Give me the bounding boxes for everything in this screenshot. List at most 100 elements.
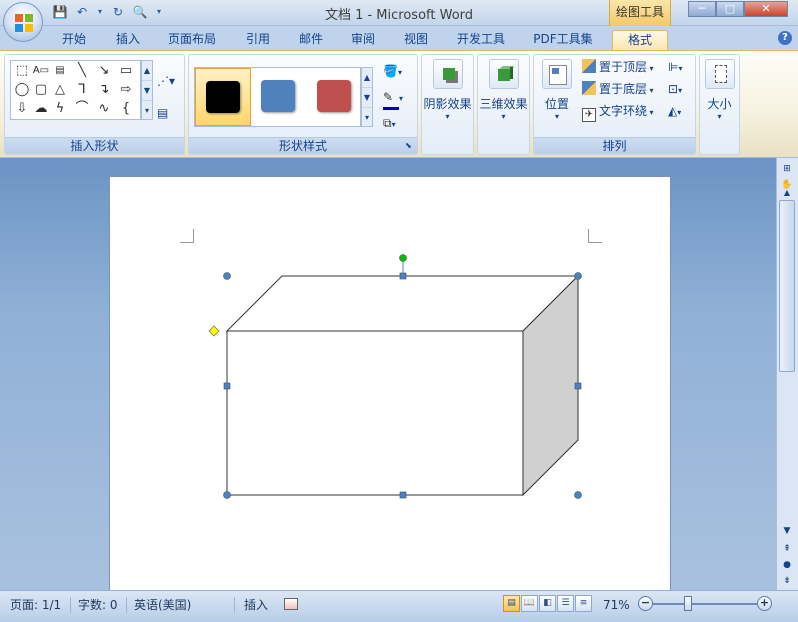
zoom-in-icon[interactable]: +	[757, 596, 772, 611]
elbow-connector-icon[interactable]: ⅂	[73, 81, 91, 99]
vertical-textbox-icon[interactable]: ▤	[51, 62, 69, 80]
side-handle[interactable]	[399, 272, 407, 280]
tab-references[interactable]: 引用	[236, 30, 280, 50]
bring-to-front-button[interactable]: 置于顶层 ▾	[582, 57, 654, 77]
help-icon[interactable]: ?	[778, 31, 792, 45]
document-page[interactable]	[109, 176, 671, 596]
tab-page-layout[interactable]: 页面布局	[160, 30, 224, 50]
dialog-launcher-icon[interactable]: ⬊	[405, 141, 415, 151]
cube-shape-icon[interactable]: ⬚	[13, 62, 31, 80]
minimize-button[interactable]: ─	[688, 1, 716, 17]
select-browse-object-icon[interactable]: ●	[779, 558, 795, 572]
textbox-insert-icon[interactable]: ▤	[157, 103, 168, 123]
tab-home[interactable]: 开始	[52, 30, 96, 50]
side-handle[interactable]	[223, 382, 231, 390]
side-handle[interactable]	[399, 491, 407, 499]
vertical-scrollbar[interactable]: ⊞ ✋ ▲ ▼ ⇞ ● ⇟	[776, 158, 798, 590]
fill-color-icon[interactable]: 🪣▾	[383, 61, 402, 81]
position-button[interactable]: 位置 ▾	[538, 59, 576, 121]
corner-handle[interactable]	[223, 272, 231, 280]
size-button[interactable]: 大小 ▾	[700, 59, 739, 121]
rotate-icon[interactable]: ◭▾	[668, 101, 681, 121]
rectangle-shape-icon[interactable]: ▭	[117, 62, 135, 80]
print-layout-view-icon[interactable]: ▤	[503, 595, 520, 612]
page-count[interactable]: 页面: 1/1	[10, 596, 61, 614]
zoom-slider[interactable]	[653, 603, 757, 605]
tab-format[interactable]: 格式	[612, 30, 668, 50]
oval-shape-icon[interactable]: ◯	[13, 81, 31, 99]
gallery-more-icon[interactable]: ▾	[142, 101, 152, 121]
style-swatch-red[interactable]	[307, 68, 363, 126]
zoom-level[interactable]: 71%	[603, 596, 630, 614]
chevron-down-icon[interactable]: ▼	[362, 88, 372, 108]
rounded-rect-icon[interactable]: ▢	[32, 81, 50, 99]
adjust-handle[interactable]	[208, 325, 220, 337]
send-to-back-button[interactable]: 置于底层 ▾	[582, 79, 654, 99]
scroll-up-icon[interactable]: ▲	[779, 186, 795, 200]
corner-handle[interactable]	[574, 491, 582, 499]
elbow-arrow-icon[interactable]: ↴	[95, 81, 113, 99]
tab-view[interactable]: 视图	[394, 30, 438, 50]
corner-handle[interactable]	[223, 491, 231, 499]
line-color-icon[interactable]: ✎ ▾	[383, 87, 403, 110]
side-handle[interactable]	[574, 382, 582, 390]
outline-view-icon[interactable]: ☰	[557, 595, 574, 612]
tab-mailings[interactable]: 邮件	[289, 30, 333, 50]
word-count[interactable]: 字数: 0	[78, 596, 118, 614]
align-icon[interactable]: ⊫▾	[668, 57, 682, 77]
maximize-button[interactable]: □	[716, 1, 744, 17]
cloud-shape-icon[interactable]: ☁	[32, 100, 50, 118]
gallery-more-icon[interactable]: ▾	[362, 108, 372, 128]
shadow-effects-button[interactable]: 阴影效果 ▾	[422, 59, 473, 121]
full-screen-reading-icon[interactable]: 📖	[521, 595, 538, 612]
group-objects-icon[interactable]: ⊡▾	[668, 79, 682, 99]
3d-effects-button[interactable]: 三维效果 ▾	[478, 59, 529, 121]
style-swatch-black[interactable]	[195, 68, 251, 126]
window-controls: ─ □ ✕	[688, 1, 788, 17]
insert-mode[interactable]: 插入	[244, 596, 268, 614]
close-button[interactable]: ✕	[744, 1, 788, 17]
office-button[interactable]	[3, 2, 43, 42]
ruler-toggle-icon[interactable]: ⊞	[779, 162, 795, 176]
lightning-shape-icon[interactable]: ϟ	[51, 100, 69, 118]
style-gallery-scroll[interactable]: ▲ ▼ ▾	[361, 67, 373, 127]
arrow-line-icon[interactable]: ↘	[95, 62, 113, 80]
zoom-out-icon[interactable]: −	[638, 596, 653, 611]
zoom-slider-handle[interactable]	[684, 596, 693, 611]
web-layout-icon[interactable]: ◧	[539, 595, 556, 612]
right-arrow-icon[interactable]: ⇨	[117, 81, 135, 99]
draft-view-icon[interactable]: ≡	[575, 595, 592, 612]
text-wrap-button[interactable]: ✈ 文字环绕 ▾	[582, 101, 654, 122]
swatch-fill	[317, 80, 351, 112]
edit-shape-icon[interactable]: ⋰▾	[157, 71, 175, 91]
tab-developer[interactable]: 开发工具	[448, 30, 514, 50]
curve-shape-icon[interactable]: ∿	[95, 100, 113, 118]
group-shadow-effects: 阴影效果 ▾	[421, 54, 474, 155]
corner-handle[interactable]	[574, 272, 582, 280]
chevron-up-icon[interactable]: ▲	[362, 68, 372, 88]
rotate-handle[interactable]	[399, 254, 407, 262]
shape-effect-icon[interactable]: ⧉▾	[383, 113, 396, 133]
tab-review[interactable]: 审阅	[341, 30, 385, 50]
scroll-down-icon[interactable]: ▼	[779, 524, 795, 538]
next-page-icon[interactable]: ⇟	[779, 574, 795, 588]
chevron-up-icon[interactable]: ▲	[142, 61, 152, 81]
triangle-shape-icon[interactable]: △	[51, 81, 69, 99]
previous-page-icon[interactable]: ⇞	[779, 542, 795, 556]
scroll-thumb[interactable]	[779, 200, 795, 372]
tab-insert[interactable]: 插入	[106, 30, 150, 50]
cube-shape[interactable]	[110, 177, 672, 597]
textbox-shape-icon[interactable]: A▭	[32, 62, 50, 80]
tab-pdf-tools[interactable]: PDF工具集	[526, 30, 600, 50]
style-swatch-blue[interactable]	[251, 68, 307, 126]
shape-gallery-scroll[interactable]: ▲ ▼ ▾	[141, 60, 153, 120]
language[interactable]: 英语(美国)	[134, 596, 191, 614]
line-shape-icon[interactable]: ╲	[73, 62, 91, 80]
macro-record-icon[interactable]	[284, 596, 298, 614]
down-arrow-icon[interactable]: ⇩	[13, 100, 31, 118]
arc-shape-icon[interactable]: ⌒	[73, 100, 91, 118]
3d-effect-icon	[488, 59, 519, 89]
brace-shape-icon[interactable]: {	[117, 100, 135, 118]
shadow-effects-label: 阴影效果	[423, 97, 472, 111]
chevron-down-icon[interactable]: ▼	[142, 81, 152, 101]
